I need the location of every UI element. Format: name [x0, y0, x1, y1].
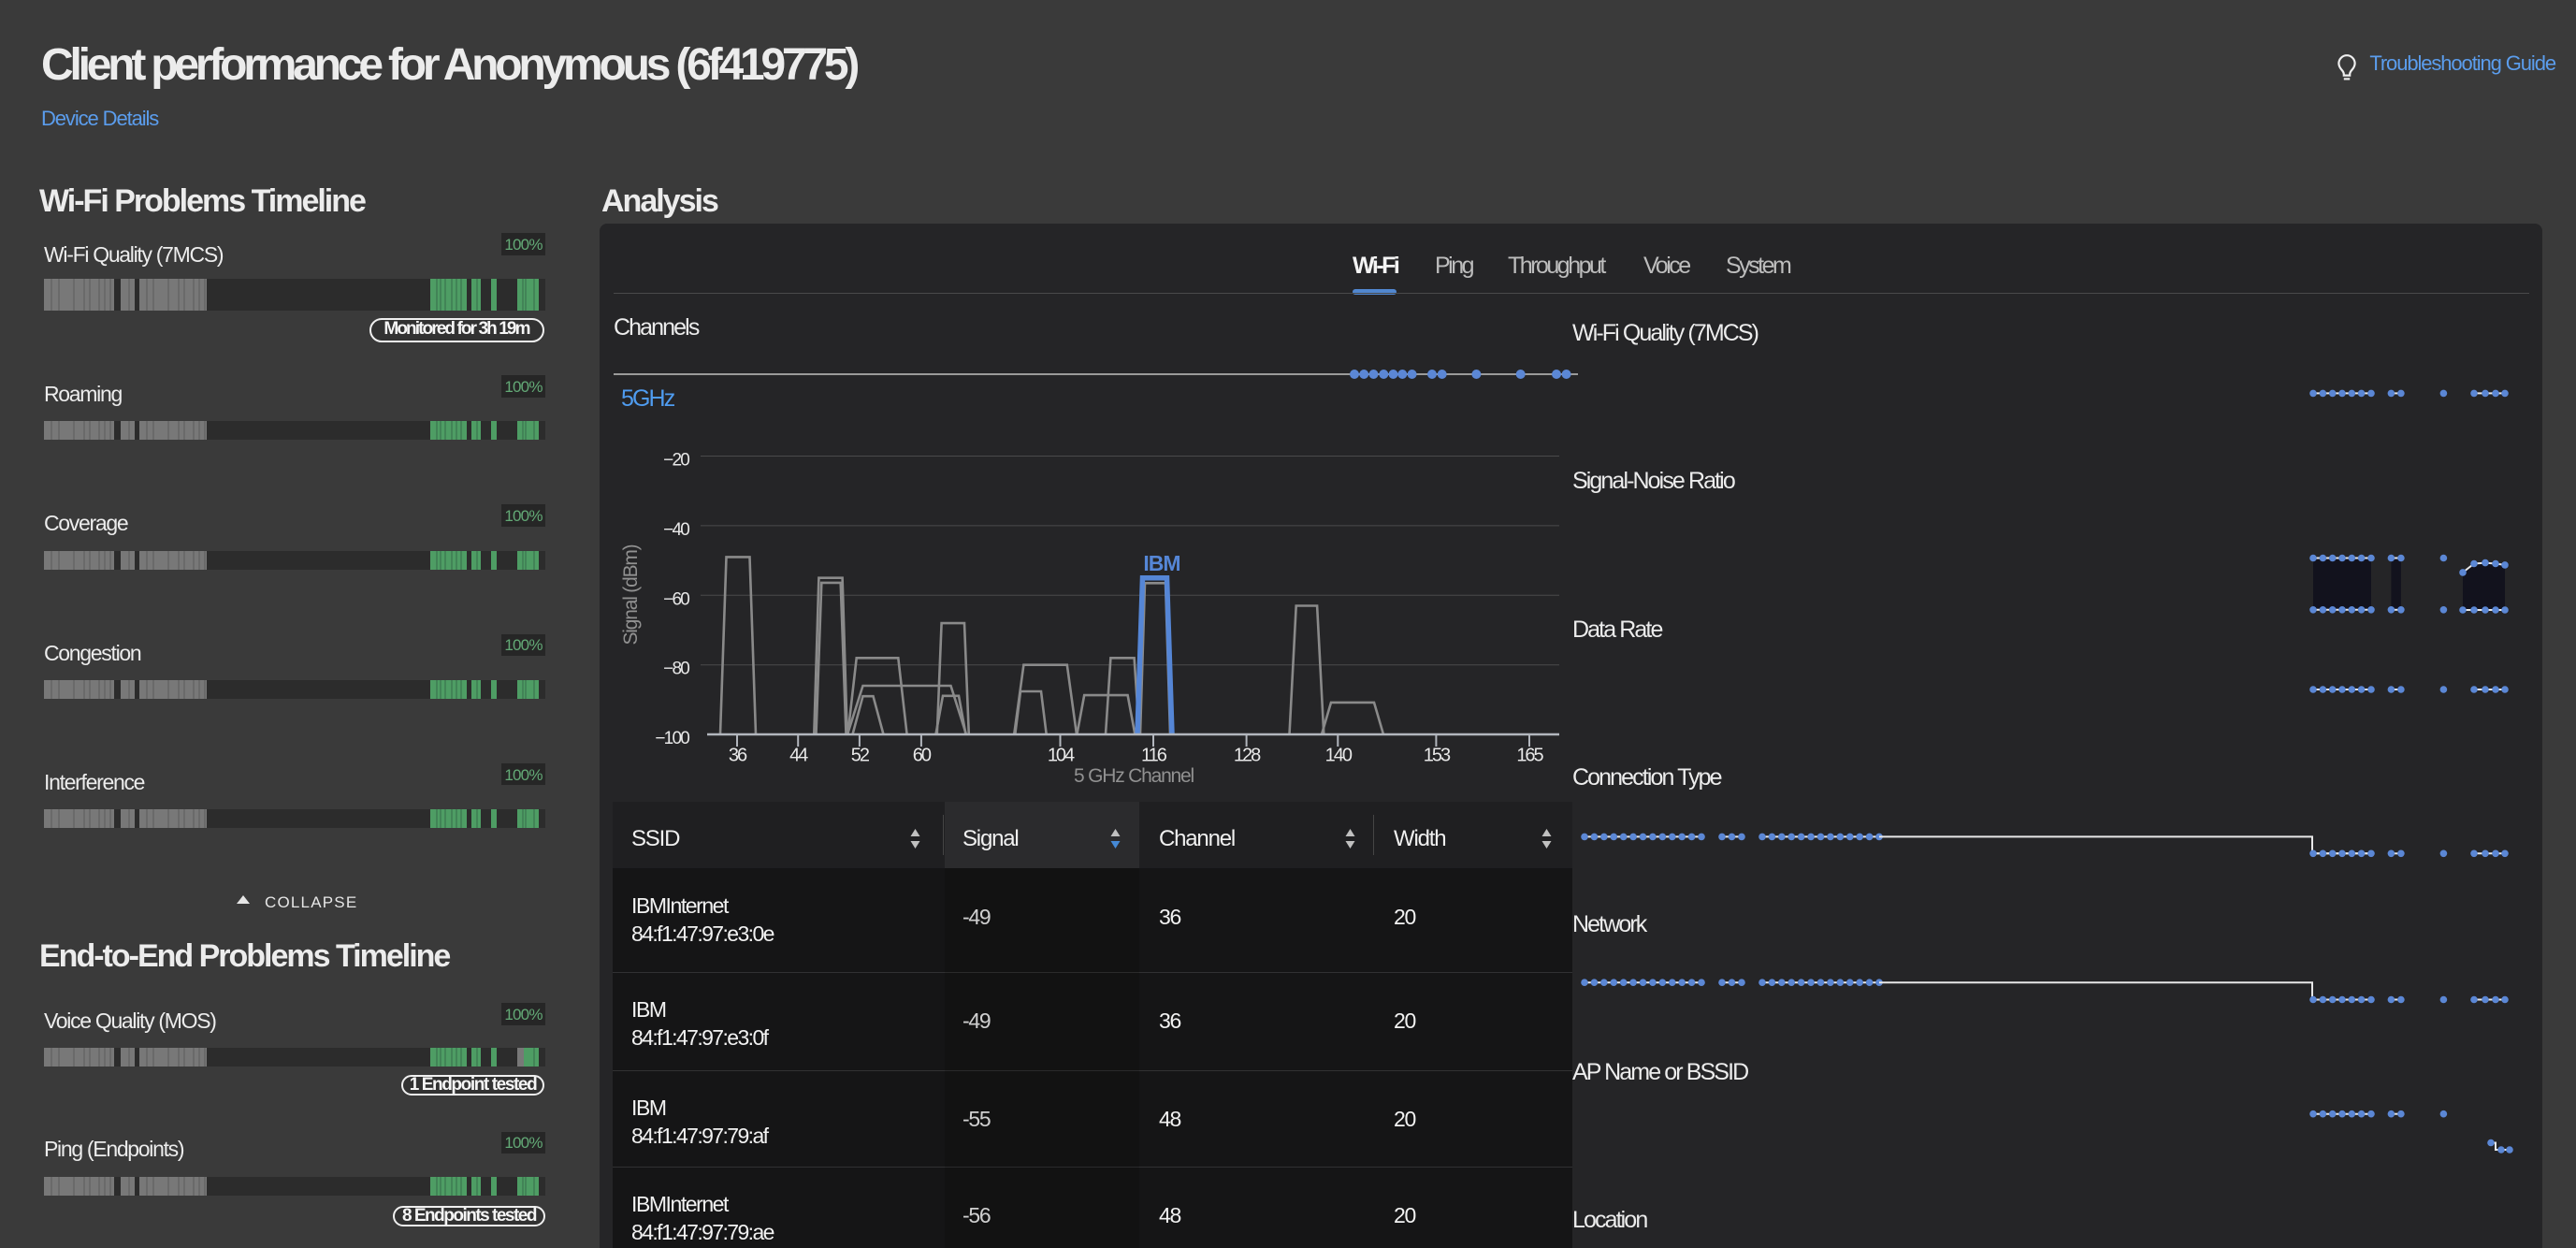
- svg-text:IBM: IBM: [1143, 551, 1179, 575]
- svg-text:104: 104: [1048, 746, 1075, 766]
- svg-text:−20: −20: [663, 451, 689, 471]
- svg-text:36: 36: [729, 746, 747, 766]
- svg-text:116: 116: [1141, 746, 1167, 766]
- svg-text:5 GHz Channel: 5 GHz Channel: [1074, 765, 1194, 787]
- svg-text:128: 128: [1234, 746, 1261, 766]
- svg-text:140: 140: [1325, 746, 1353, 766]
- svg-text:−80: −80: [663, 660, 689, 679]
- svg-text:52: 52: [851, 746, 870, 766]
- svg-text:165: 165: [1516, 746, 1543, 766]
- svg-text:Signal (dBm): Signal (dBm): [620, 544, 642, 645]
- svg-text:−100: −100: [655, 729, 689, 748]
- svg-text:44: 44: [789, 746, 808, 766]
- svg-text:60: 60: [913, 746, 932, 766]
- svg-text:−40: −40: [663, 520, 689, 540]
- svg-text:153: 153: [1424, 746, 1451, 766]
- svg-text:−60: −60: [663, 589, 689, 609]
